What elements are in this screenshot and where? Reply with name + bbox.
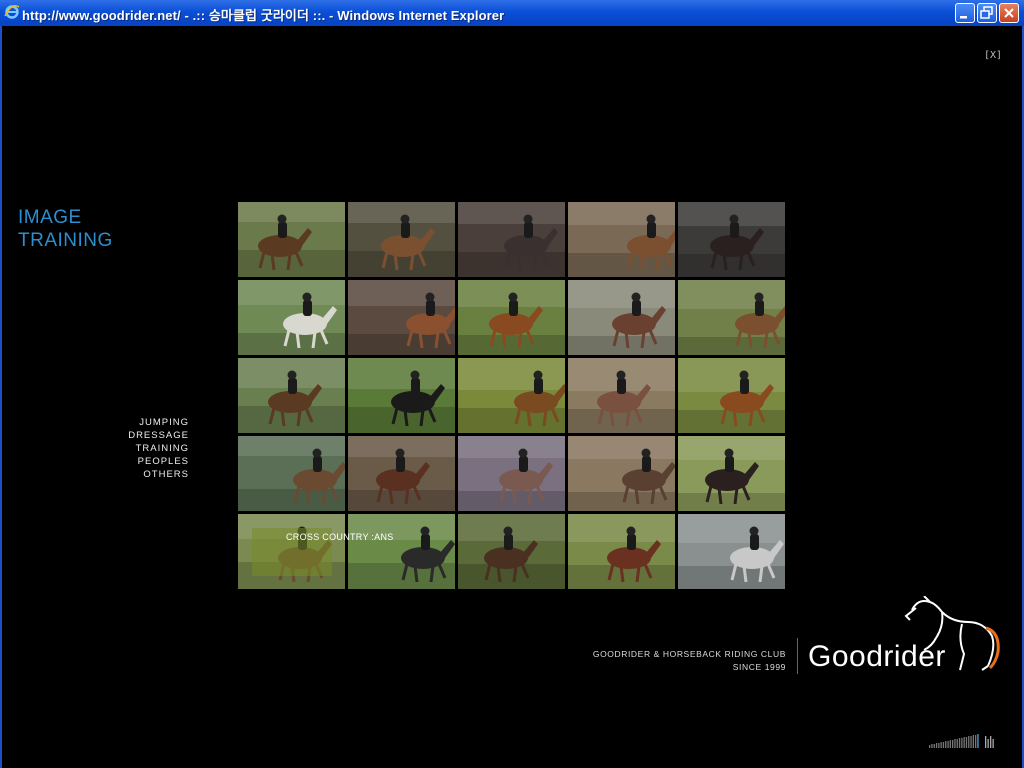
menu-item-dressage[interactable]: DRESSAGE	[110, 429, 189, 442]
restore-button[interactable]	[977, 3, 997, 23]
menu-item-jumping[interactable]: JUMPING	[110, 416, 189, 429]
horse-photo-icon	[678, 514, 785, 589]
page-title-line1: IMAGE	[18, 207, 82, 228]
category-menu: JUMPING DRESSAGE TRAINING PEOPLES OTHERS	[110, 416, 189, 481]
close-window-button[interactable]	[999, 3, 1019, 23]
horse-photo-icon	[678, 202, 785, 277]
gallery-thumbnail[interactable]	[678, 358, 785, 433]
horse-photo-icon	[238, 436, 345, 511]
gallery-thumbnail[interactable]	[568, 514, 675, 589]
horse-photo-icon	[568, 514, 675, 589]
gallery-thumbnail[interactable]	[568, 436, 675, 511]
horse-photo-icon	[568, 358, 675, 433]
gallery-thumbnail[interactable]	[238, 436, 345, 511]
horse-photo-icon	[458, 436, 565, 511]
footer-club-name: GOODRIDER & HORSEBACK RIDING CLUB	[592, 649, 786, 659]
gallery-thumbnail[interactable]	[458, 358, 565, 433]
gallery-thumbnail[interactable]	[458, 436, 565, 511]
gallery-thumbnail[interactable]	[348, 280, 455, 355]
gallery-thumbnail[interactable]	[238, 358, 345, 433]
gallery-thumbnail[interactable]	[678, 436, 785, 511]
horse-photo-icon	[238, 280, 345, 355]
horse-photo-icon	[238, 358, 345, 433]
gallery-thumbnail[interactable]	[458, 202, 565, 277]
restore-icon	[980, 6, 993, 19]
horse-photo-icon	[458, 202, 565, 277]
menu-item-peoples[interactable]: PEOPLES	[110, 455, 189, 468]
gallery-thumbnail[interactable]	[348, 436, 455, 511]
horse-photo-icon	[568, 202, 675, 277]
horse-logo-icon	[904, 596, 1000, 671]
gallery-thumbnail[interactable]	[458, 280, 565, 355]
audio-equalizer-icon[interactable]	[929, 728, 999, 750]
horse-photo-icon	[348, 202, 455, 277]
horse-photo-icon	[348, 514, 455, 589]
footer-since: SINCE 1999	[732, 662, 786, 672]
footer-divider	[797, 638, 798, 674]
window-titlebar: http://www.goodrider.net/ - .:: 승마클럽 굿라이…	[0, 0, 1024, 26]
gallery-thumbnail[interactable]	[238, 202, 345, 277]
horse-photo-icon	[348, 280, 455, 355]
horse-photo-icon	[678, 280, 785, 355]
gallery-thumbnail[interactable]	[458, 514, 565, 589]
minimize-icon	[960, 16, 967, 19]
window-title: http://www.goodrider.net/ - .:: 승마클럽 굿라이…	[22, 8, 505, 23]
gallery-thumbnail[interactable]	[568, 280, 675, 355]
gallery-thumbnail[interactable]	[348, 358, 455, 433]
internet-explorer-icon	[4, 4, 20, 19]
minimize-button[interactable]	[955, 3, 975, 23]
page-title: IMAGE TRAINING	[18, 206, 113, 252]
footer-club-info: GOODRIDER & HORSEBACK RIDING CLUB SINCE …	[593, 648, 786, 674]
page-title-line2: TRAINING	[18, 230, 113, 251]
gallery-thumbnail[interactable]	[348, 514, 455, 589]
horse-photo-icon	[348, 436, 455, 511]
close-icon	[1004, 8, 1014, 18]
gallery-hover-label: CROSS COUNTRY :ANS	[286, 532, 394, 542]
horse-photo-icon	[238, 202, 345, 277]
horse-photo-icon	[458, 514, 565, 589]
menu-item-training[interactable]: TRAINING	[110, 442, 189, 455]
gallery-thumbnail[interactable]	[238, 280, 345, 355]
gallery-thumbnail[interactable]	[568, 202, 675, 277]
horse-photo-icon	[458, 358, 565, 433]
close-gallery-button[interactable]: [X]	[984, 50, 1002, 61]
gallery-thumbnail[interactable]	[678, 514, 785, 589]
horse-photo-icon	[568, 280, 675, 355]
gallery-thumbnail[interactable]	[348, 202, 455, 277]
horse-photo-icon	[678, 358, 785, 433]
gallery-thumbnail[interactable]	[678, 280, 785, 355]
gallery-thumbnail[interactable]	[678, 202, 785, 277]
gallery-thumbnail[interactable]	[568, 358, 675, 433]
horse-photo-icon	[568, 436, 675, 511]
horse-photo-icon	[348, 358, 455, 433]
horse-photo-icon	[678, 436, 785, 511]
menu-item-others[interactable]: OTHERS	[110, 468, 189, 481]
horse-photo-icon	[458, 280, 565, 355]
